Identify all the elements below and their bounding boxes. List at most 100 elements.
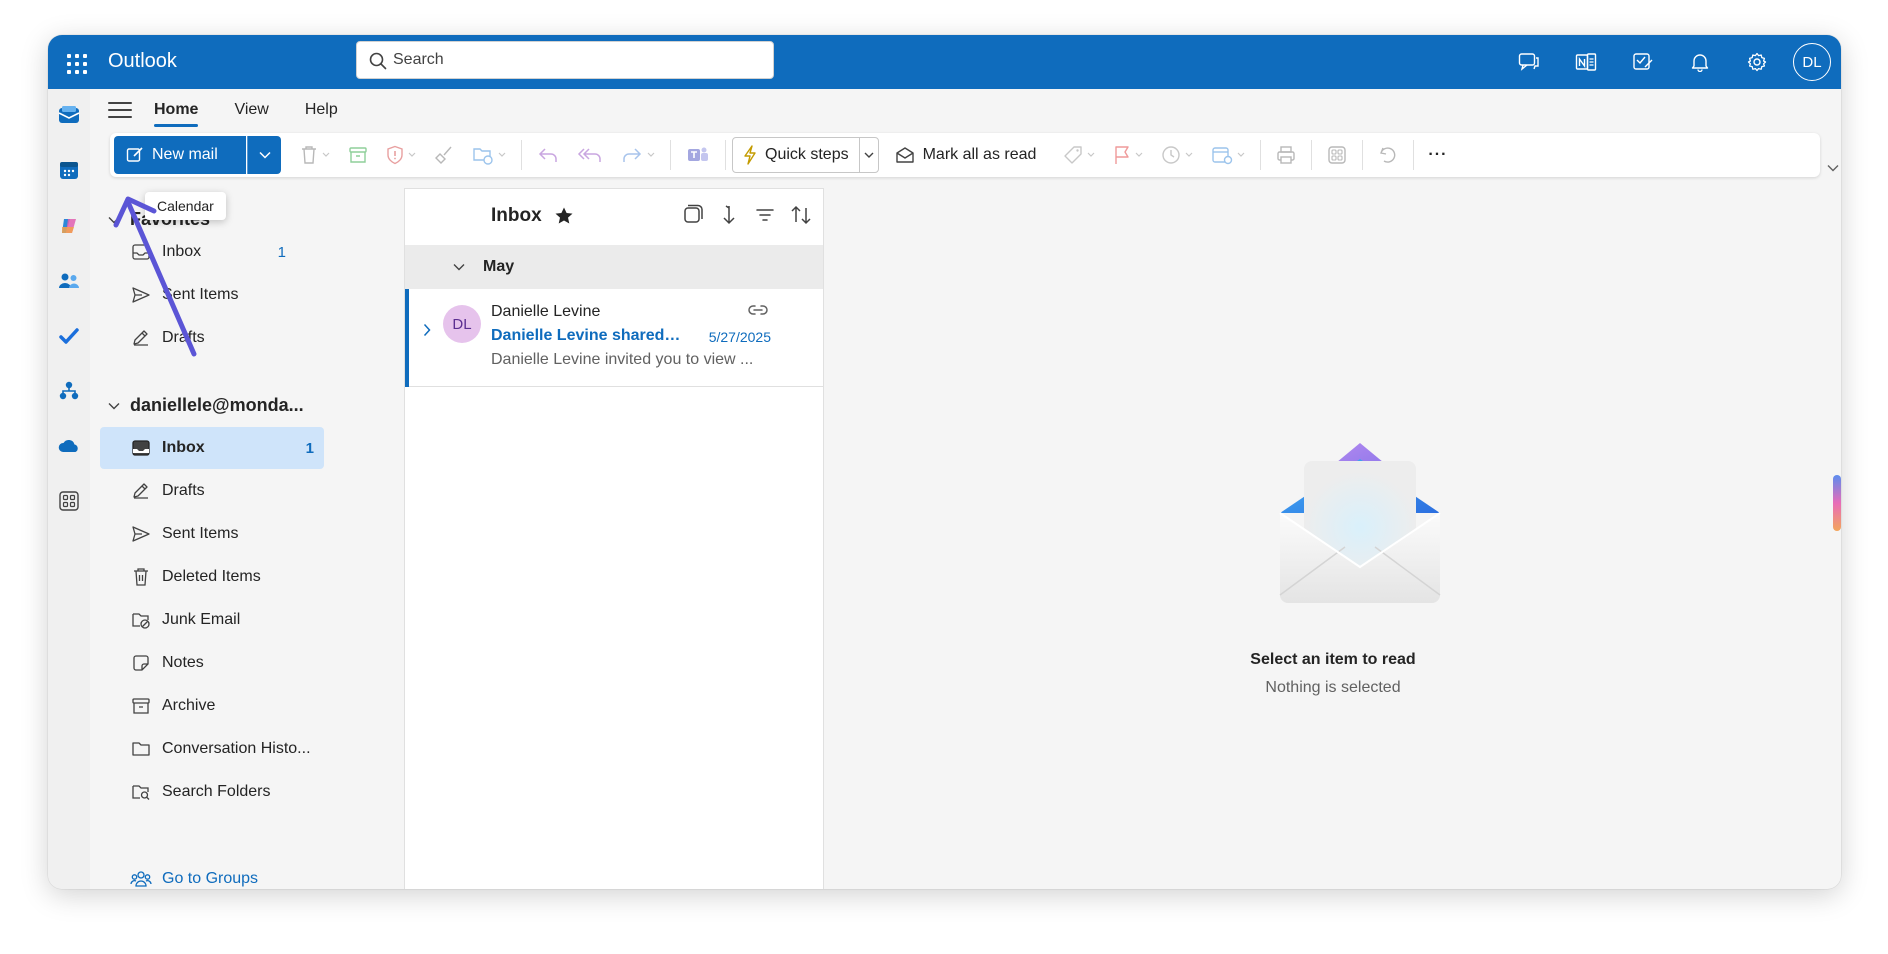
ribbon-tabs: Home View Help (108, 89, 374, 131)
message-row[interactable]: DL Danielle Levine Danielle Levine share… (405, 289, 823, 387)
notes-icon (130, 652, 152, 674)
quick-steps-button[interactable]: Quick steps (733, 138, 860, 172)
mark-all-read-button[interactable]: Mark all as read (887, 136, 1045, 174)
flag-button[interactable] (1104, 136, 1152, 174)
mail-app-icon[interactable] (48, 95, 90, 135)
folder-deleted-items[interactable]: Deleted Items (90, 556, 314, 598)
categorize-button[interactable] (1054, 136, 1104, 174)
outlook-window: Outlook DL (48, 35, 1841, 889)
todo-app-icon[interactable] (48, 316, 90, 356)
calendar-rules-icon (1212, 147, 1233, 165)
search-folder-icon (130, 781, 152, 803)
search-icon (369, 52, 387, 70)
people-app-icon[interactable] (48, 261, 90, 301)
folder-inbox[interactable]: Inbox 1 (100, 427, 324, 469)
onedrive-icon[interactable] (48, 426, 90, 466)
toolbar-divider (725, 140, 726, 170)
account-label: daniellele@monda... (130, 395, 304, 415)
search-box[interactable] (356, 41, 774, 79)
bell-icon[interactable] (1671, 35, 1728, 89)
folder-notes[interactable]: Notes (90, 642, 314, 684)
message-preview: Danielle Levine invited you to view ... (491, 351, 754, 368)
send-icon (130, 523, 152, 545)
search-input[interactable] (393, 48, 753, 72)
hamburger-menu-icon[interactable] (108, 102, 132, 118)
junk-icon (130, 609, 152, 631)
tab-help[interactable]: Help (305, 93, 338, 127)
calendar-app-icon[interactable] (48, 150, 90, 190)
folder-label: Sent Items (162, 525, 239, 542)
quick-steps-dropdown[interactable] (860, 152, 878, 159)
folder-move-icon (473, 148, 493, 165)
drafts-icon (130, 480, 152, 502)
apps-button[interactable] (1318, 136, 1356, 174)
folder-search-folders[interactable]: Search Folders (90, 771, 314, 813)
more-apps-icon[interactable] (48, 481, 90, 521)
copilot-edge-handle[interactable] (1833, 475, 1841, 531)
chevron-down-icon (258, 151, 271, 159)
teams-share-button[interactable] (677, 136, 719, 174)
tab-home[interactable]: Home (154, 93, 199, 127)
open-envelope-illustration (1279, 443, 1441, 603)
go-to-groups-link[interactable]: Go to Groups (130, 869, 258, 889)
sort-icon[interactable] (789, 203, 813, 227)
sweep-button[interactable] (425, 136, 463, 174)
archive-button[interactable] (339, 136, 377, 174)
folder-conversation-history[interactable]: Conversation Histo... (90, 728, 314, 770)
filter-icon[interactable] (753, 203, 777, 227)
print-button[interactable] (1267, 136, 1305, 174)
shield-icon (387, 145, 403, 165)
teams-chat-icon[interactable] (1500, 35, 1557, 89)
forward-button[interactable] (612, 136, 664, 174)
select-all-icon[interactable] (681, 203, 705, 227)
message-list: Inbox May DL Danielle Levine Danielle Le… (404, 188, 824, 889)
delete-button[interactable] (291, 136, 339, 174)
gear-icon[interactable] (1728, 35, 1785, 89)
account-header[interactable]: daniellele@monda... (108, 395, 304, 416)
folder-label: Inbox (162, 439, 205, 456)
date-group-header[interactable]: May (405, 245, 823, 289)
jump-to-icon[interactable] (717, 203, 741, 227)
empty-state-subtitle: Nothing is selected (1265, 679, 1401, 696)
undo-button[interactable] (1369, 136, 1407, 174)
annotation-arrow-icon (113, 196, 197, 357)
folder-drafts[interactable]: Drafts (90, 470, 314, 512)
chevron-right-icon[interactable] (423, 323, 431, 337)
folder-junk-email[interactable]: Junk Email (90, 599, 314, 641)
ribbon-expand-icon[interactable] (1827, 159, 1839, 177)
date-group-label: May (483, 258, 515, 275)
todo-note-icon[interactable] (1614, 35, 1671, 89)
lightning-icon (744, 145, 756, 165)
report-button[interactable] (377, 136, 425, 174)
copilot-app-icon[interactable] (48, 206, 90, 246)
app-title: Outlook (108, 50, 177, 72)
onenote-icon[interactable] (1557, 35, 1614, 89)
new-mail-label: New mail (152, 146, 218, 163)
message-list-actions (681, 203, 813, 227)
reply-button[interactable] (528, 136, 568, 174)
inbox-title: Inbox (491, 205, 542, 226)
account-avatar[interactable]: DL (1793, 43, 1831, 81)
org-explorer-icon[interactable] (48, 371, 90, 411)
top-bar: Outlook DL (48, 35, 1841, 89)
forward-icon (623, 148, 642, 162)
app-launcher-icon[interactable] (60, 47, 90, 77)
move-to-button[interactable] (463, 136, 515, 174)
folder-label: Search Folders (162, 783, 271, 800)
reply-all-icon (577, 148, 601, 162)
folder-label: Notes (162, 654, 204, 671)
reply-all-button[interactable] (568, 136, 612, 174)
mark-all-read-label: Mark all as read (922, 146, 1037, 163)
folder-archive[interactable]: Archive (90, 685, 314, 727)
rules-button[interactable] (1202, 136, 1254, 174)
more-options-button[interactable]: ··· (1420, 136, 1455, 174)
snooze-button[interactable] (1152, 136, 1202, 174)
new-mail-button[interactable]: New mail (114, 136, 246, 174)
sender-avatar: DL (443, 305, 481, 343)
tab-view[interactable]: View (234, 93, 268, 127)
star-icon[interactable] (554, 206, 574, 226)
new-mail-dropdown[interactable] (247, 136, 281, 174)
message-list-title: Inbox (491, 205, 574, 227)
folder-sent-items[interactable]: Sent Items (90, 513, 314, 555)
sender-name: Danielle Levine (491, 303, 601, 320)
